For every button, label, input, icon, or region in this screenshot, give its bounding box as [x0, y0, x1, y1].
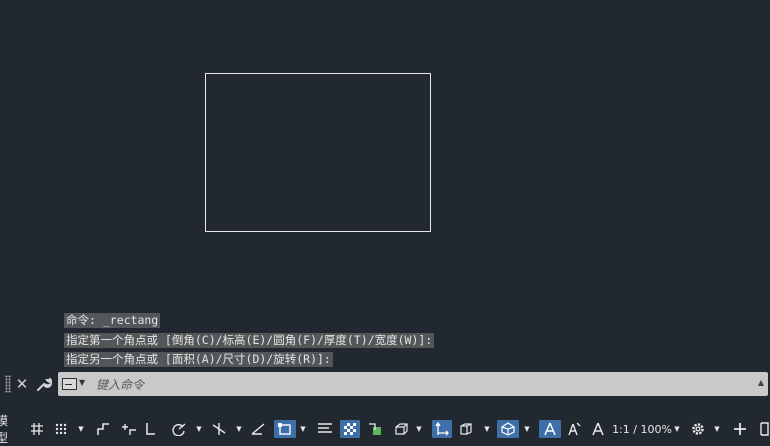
gizmo-dropdown-icon[interactable]: ▼ [522, 420, 532, 438]
dynamic-ucs-icon[interactable] [432, 420, 452, 438]
annotation-visibility-icon[interactable] [539, 420, 561, 438]
chevron-down-icon[interactable]: ▼ [79, 378, 85, 387]
selection-filter-icon[interactable] [456, 420, 476, 438]
chevron-up-icon[interactable]: ▲ [758, 378, 764, 387]
snap-dropdown-icon[interactable]: ▼ [76, 420, 86, 438]
annotation-scale-icon[interactable] [590, 420, 606, 438]
wrench-icon[interactable] [36, 376, 53, 392]
dynamic-input-icon[interactable] [120, 420, 138, 438]
osnap-icon[interactable] [274, 420, 296, 438]
command-line-bar: ✕ ▼ ▲ [0, 372, 770, 396]
otrack-icon[interactable] [249, 420, 267, 438]
annotation-scale-dropdown-icon[interactable]: ▼ [672, 420, 682, 438]
model-tab[interactable]: 模型 [0, 414, 18, 445]
ortho-icon[interactable] [143, 420, 157, 438]
isodraft-dropdown-icon[interactable]: ▼ [234, 420, 244, 438]
auto-scale-icon[interactable] [565, 420, 583, 438]
selection-cycling-icon[interactable] [366, 420, 384, 438]
3d-osnap-dropdown-icon[interactable]: ▼ [414, 420, 424, 438]
command-prompt-icon[interactable] [62, 378, 77, 390]
polar-dropdown-icon[interactable]: ▼ [194, 420, 204, 438]
osnap-dropdown-icon[interactable]: ▼ [298, 420, 308, 438]
history-line: 命令: _rectang [64, 313, 161, 328]
snap-icon[interactable] [53, 420, 69, 438]
history-line: 指定第一个角点或 [倒角(C)/标高(E)/圆角(F)/厚度(T)/宽度(W)]… [64, 333, 435, 348]
drawing-canvas[interactable]: 命令: _rectang 指定第一个角点或 [倒角(C)/标高(E)/圆角(F)… [0, 0, 770, 372]
grid-icon[interactable] [29, 420, 45, 438]
history-line: 指定另一个角点或 [面积(A)/尺寸(D)/旋转(R)]: [64, 352, 333, 367]
status-bar: 模型 ▼ ▼ ▼ ▼ ▼ ▼ ▼ 1:1 / 100% ▼ ▼ [0, 414, 770, 445]
infer-constraints-icon[interactable] [95, 420, 111, 438]
drag-grip-icon[interactable] [5, 375, 11, 393]
command-input-box[interactable]: ▼ ▲ [58, 372, 768, 396]
3d-osnap-icon[interactable] [391, 420, 411, 438]
close-icon[interactable]: ✕ [14, 373, 30, 395]
isodraft-icon[interactable] [209, 420, 229, 438]
selection-filter-dropdown-icon[interactable]: ▼ [482, 420, 492, 438]
lineweight-icon[interactable] [316, 420, 334, 438]
polar-icon[interactable] [170, 420, 188, 438]
customize-menu-icon[interactable] [758, 420, 770, 438]
annotation-scale-label[interactable]: 1:1 / 100% [612, 420, 672, 438]
gizmo-icon[interactable] [497, 420, 519, 438]
rectangle-entity[interactable] [205, 73, 431, 232]
plus-icon[interactable] [731, 420, 749, 438]
gear-icon[interactable] [689, 420, 707, 438]
command-input[interactable] [94, 374, 738, 396]
transparency-icon[interactable] [340, 420, 360, 438]
gear-dropdown-icon[interactable]: ▼ [712, 420, 722, 438]
